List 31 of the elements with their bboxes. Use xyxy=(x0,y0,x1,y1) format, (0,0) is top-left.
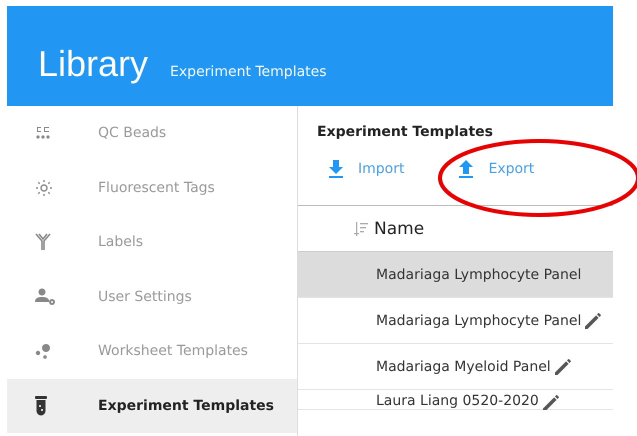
sun-icon xyxy=(35,178,53,197)
pencil-icon[interactable] xyxy=(583,310,604,330)
table-row[interactable]: Laura Liang 0520-2020 xyxy=(298,390,613,410)
app-title: Library xyxy=(38,46,148,82)
download-icon xyxy=(328,160,344,178)
page-subtitle: Experiment Templates xyxy=(170,64,327,82)
sidebar-item[interactable]: Fluorescent Tags xyxy=(7,160,297,215)
sidebar-item[interactable]: Experiment Templates xyxy=(7,378,297,433)
pencil-icon[interactable] xyxy=(540,393,561,410)
user-gear-icon xyxy=(35,288,57,306)
template-name: Laura Liang 0520-2020 xyxy=(376,393,539,409)
upload-icon xyxy=(458,160,474,178)
template-name: Madariaga Myeloid Panel xyxy=(376,358,551,374)
test-tube-icon xyxy=(35,396,47,416)
table-row[interactable]: Madariaga Lymphocyte Panel xyxy=(298,298,613,344)
sidebar-item[interactable]: User Settings xyxy=(7,270,297,324)
pencil-icon[interactable] xyxy=(552,356,573,376)
dots-icon xyxy=(35,343,53,360)
sidebar-item[interactable]: Worksheet Templates xyxy=(7,324,297,378)
template-name: Madariaga Lymphocyte Panel xyxy=(376,312,582,328)
qc-beads-icon xyxy=(35,126,51,140)
table-row[interactable]: Madariaga Lymphocyte Panel xyxy=(298,252,613,298)
antibody-icon xyxy=(35,233,51,252)
sidebar-item[interactable]: Labels xyxy=(7,215,297,270)
table-row[interactable]: Madariaga Myeloid Panel xyxy=(298,344,613,390)
sidebar-item[interactable]: QC Beads xyxy=(7,106,297,160)
export-button[interactable]: Export xyxy=(458,158,538,180)
column-header[interactable]: Name xyxy=(374,218,424,238)
template-name: Madariaga Lymphocyte Panel xyxy=(376,266,582,282)
import-button[interactable]: Import xyxy=(328,158,408,180)
section-title: Experiment Templates xyxy=(316,123,494,142)
